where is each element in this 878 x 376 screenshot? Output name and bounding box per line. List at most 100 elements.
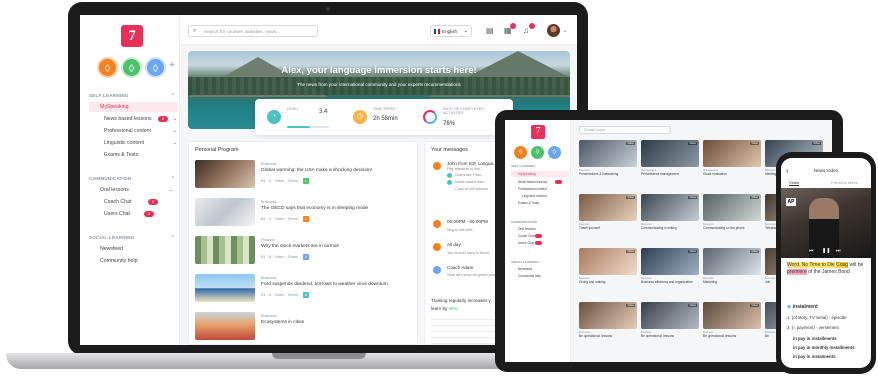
lesson-meta-text: B1 · 6 · Video · 30min (261, 179, 298, 183)
definition-line: 2. (= payment) · versement (787, 325, 839, 330)
status-dot (447, 180, 452, 185)
sidebar: 7 ◊ ◊ ◊ + SELF LEARNING ⌃ MySpeaking News… (80, 15, 180, 345)
speaking-skill-icon[interactable]: ◊ (97, 57, 118, 78)
lesson-tile[interactable]: Video Management Performance management (641, 140, 699, 176)
section-self-learning[interactable]: SELF LEARNING ⌃ (89, 93, 177, 99)
lesson-tile[interactable]: Video Business Be operational: lessons (579, 302, 637, 338)
lesson-tile[interactable]: Video Business Marketing (703, 248, 761, 284)
tile-type-tag: Video (688, 142, 697, 145)
sidebar-item-sub[interactable]: Linguistic content (522, 194, 547, 198)
app-logo[interactable]: 7 (121, 25, 143, 47)
section-social-learning[interactable]: SOCIAL LEARNING ⌃ (89, 235, 177, 241)
notification-badge (535, 234, 542, 238)
lesson-tile[interactable]: Video Management Goals evaluation (703, 140, 761, 176)
lesson-meta: B1 · 6 · Video · 30min 2 (261, 216, 309, 222)
listening-skill-icon[interactable]: ◊ (121, 57, 142, 78)
sidebar-item-professional[interactable]: Professional content (518, 187, 547, 191)
subtitle-part[interactable]: Word. No Time to Die (787, 262, 835, 268)
sidebar-item-users-chat[interactable]: Users Chat (518, 241, 534, 245)
add-skill-icon[interactable]: + (169, 60, 175, 71)
topic-select[interactable]: Choose a topic (579, 126, 671, 134)
sidebar-item-myspeaking[interactable]: MySpeaking (511, 171, 569, 177)
chevron-down-icon[interactable]: ⌄ (563, 28, 567, 34)
video-controls: ⏮ ❚❚ ⏭ (781, 246, 871, 258)
section-communication[interactable]: COMMUNICATION ⌃ (89, 176, 177, 182)
sidebar-item-linguistic[interactable]: Linguistic content ⌄ (104, 138, 180, 148)
lesson-title[interactable]: Global warming: the USA make a shocking … (261, 168, 411, 173)
language-select[interactable]: English ⌄ (430, 25, 472, 37)
tile-thumbnail: Video (703, 248, 761, 275)
coach-name[interactable]: Coach Adam (447, 265, 473, 270)
lesson-tile[interactable]: Video Business Be operational: lessons (641, 302, 699, 338)
lesson-title[interactable]: The OECD says that economy is in sleepin… (261, 206, 411, 211)
sidebar-item-oral[interactable]: Oral lessons ⌄ (100, 185, 176, 195)
lesson-tile[interactable]: Video Business Travel yourself (579, 194, 637, 230)
lesson-tile[interactable]: Video Business Be operational: lessons (703, 302, 761, 338)
lesson-tile[interactable]: Video Business Presentations & Networking (579, 140, 637, 176)
pause-icon[interactable]: ❚❚ (822, 248, 830, 254)
forward-icon[interactable]: ⏭ (836, 248, 841, 254)
lesson-thumbnail[interactable] (195, 160, 255, 188)
section-self-learning[interactable]: SELF LEARNING (511, 164, 535, 168)
writing-skill-icon[interactable]: ◊ (145, 57, 166, 78)
sidebar-item-exams[interactable]: Exams & Tests (104, 150, 180, 160)
message-sender[interactable]: John from ICE Langua... (447, 161, 497, 166)
chevron-up-icon: ⌃ (170, 93, 175, 99)
lesson-tile[interactable]: Video Business Communicating in writing (641, 194, 699, 230)
avatar[interactable] (547, 24, 560, 37)
tab-previous-week[interactable]: Previous Week (831, 180, 858, 185)
tile-type-tag: Video (626, 196, 635, 199)
sidebar-item-coach-chat[interactable]: Coach Chat (518, 234, 535, 238)
lesson-thumbnail[interactable] (195, 198, 255, 226)
subtitle-highlight[interactable]: premiere (787, 269, 807, 275)
sidebar-item-newsfeed[interactable]: Newsfeed (518, 267, 532, 271)
sidebar-item-oral[interactable]: Oral lessons (518, 227, 536, 231)
lesson-title[interactable]: Why the stock markets are in turmoil (261, 244, 411, 249)
lesson-tile[interactable]: Video Business Giving and making (579, 248, 637, 284)
sidebar-item-community[interactable]: Community help (518, 274, 541, 278)
lesson-title[interactable]: Ford suspends dividend, borrows to weath… (261, 282, 411, 287)
search-input[interactable]: ⌕ Search for courses, activities, news... (188, 25, 318, 37)
sidebar-item-community[interactable]: Community help (100, 256, 176, 266)
lesson-title[interactable]: Ecosystems in cities (261, 320, 411, 325)
subtitle-highlight[interactable]: Craig (836, 262, 849, 268)
sidebar-item-newsfeed[interactable]: Newsfeed (100, 244, 176, 254)
lesson-thumbnail[interactable] (195, 312, 255, 340)
sidebar-item-exams[interactable]: Exams & Tests (518, 201, 539, 205)
lesson-thumbnail[interactable] (195, 274, 255, 302)
sidebar-item-coach-chat[interactable]: Coach Chat 2 (104, 197, 180, 207)
tab-video[interactable]: Video (789, 180, 800, 186)
level-value: 3.4 (319, 109, 328, 115)
time-label: TIME SPENT (373, 107, 396, 111)
example-line: in pay in monthly installments (793, 345, 855, 350)
sidebar-item-news-based[interactable]: News based lessons 2 ⌄ (104, 114, 180, 124)
lesson-tile[interactable]: Video Business Business efficiency and org… (641, 248, 699, 284)
sidebar-item-myspeaking[interactable]: MySpeaking (89, 102, 178, 112)
lesson-category: Finance (261, 238, 275, 242)
app-logo[interactable]: 7 (531, 125, 545, 139)
lesson-tile[interactable]: Video Business Communicating on the phone (703, 194, 761, 230)
all-day-label[interactable]: All day (447, 242, 461, 247)
rewind-icon[interactable]: ⏮ (809, 248, 814, 254)
tile-type-tag: Video (688, 250, 697, 253)
bell-icon[interactable]: ♫ (523, 26, 529, 35)
speaker-icon[interactable]: ◉ (787, 304, 791, 310)
tile-title: Giving and making (579, 280, 606, 284)
sidebar-item-users-chat[interactable]: Users Chat 2 (104, 209, 180, 219)
writing-skill-icon[interactable]: ◊ (548, 146, 561, 159)
event-time[interactable]: 05:00PM - 06:00PM (447, 219, 488, 224)
chevron-down-icon: ⌄ (172, 128, 177, 134)
time-value: 2h 58min (373, 116, 398, 122)
sidebar-item-professional[interactable]: Professional content ⌄ (104, 126, 180, 136)
section-social-learning[interactable]: SOCIAL LEARNING (511, 260, 539, 264)
chevron-up-icon: ⌃ (170, 176, 175, 182)
lesson-meta-text: B1 · 6 · Video · 30min (261, 217, 298, 221)
section-communication[interactable]: COMMUNICATION (511, 220, 537, 224)
listening-skill-icon[interactable]: ◊ (531, 146, 544, 159)
tile-type-tag: Video (750, 142, 759, 145)
speaking-skill-icon[interactable]: ◊ (514, 146, 527, 159)
tile-type-tag: Video (750, 250, 759, 253)
lesson-thumbnail[interactable] (195, 236, 255, 264)
sidebar-item-news-based[interactable]: News based lessons (518, 180, 547, 184)
chat-icon[interactable]: ▤ (486, 26, 494, 35)
